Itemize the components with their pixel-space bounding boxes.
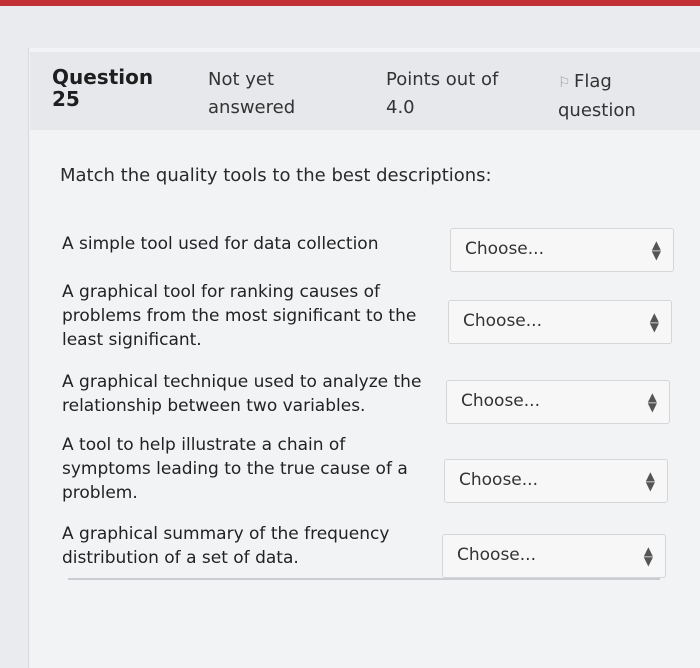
select-arrows-icon: ▲ ▼ <box>647 390 657 414</box>
select-value: Choose... <box>463 311 542 331</box>
status-line-2: answered <box>208 97 296 118</box>
flag-line-1: Flag <box>574 71 612 92</box>
match-row: A graphical technique used to analyze th… <box>60 370 670 424</box>
select-arrows-icon: ▲ ▼ <box>649 310 659 334</box>
select-arrows-icon: ▲ ▼ <box>651 238 661 262</box>
question-info-panel: Question 25 Not yet answered Points out … <box>30 52 700 130</box>
question-number: Question 25 <box>52 66 153 110</box>
question-points: Points out of 4.0 <box>386 66 526 122</box>
match-description: A graphical tool for ranking causes of p… <box>62 282 417 350</box>
flag-icon: ⚐ <box>558 75 571 91</box>
points-line-2: 4.0 <box>386 97 415 118</box>
match-description: A simple tool used for data collection <box>62 234 379 254</box>
question-number-value: 25 <box>52 87 80 111</box>
bottom-divider <box>68 578 660 580</box>
match-row: A tool to help illustrate a chain of sym… <box>60 433 670 509</box>
match-row: A graphical tool for ranking causes of p… <box>60 280 672 356</box>
match-select[interactable]: Choose... ▲ ▼ <box>442 534 666 578</box>
match-select[interactable]: Choose... ▲ ▼ <box>444 459 668 503</box>
match-row: A graphical summary of the frequency dis… <box>60 522 670 578</box>
question-status: Not yet answered <box>208 66 328 122</box>
select-value: Choose... <box>459 470 538 490</box>
select-arrows-icon: ▲ ▼ <box>645 469 655 493</box>
status-line-1: Not yet <box>208 69 275 90</box>
match-row: A simple tool used for data collection C… <box>60 228 674 282</box>
points-line-1: Points out of <box>386 69 499 90</box>
select-value: Choose... <box>461 391 540 411</box>
select-value: Choose... <box>457 545 536 565</box>
select-value: Choose... <box>465 239 544 259</box>
flag-question-link[interactable]: ⚐ Flag question <box>558 68 668 125</box>
match-description: A graphical technique used to analyze th… <box>62 372 422 416</box>
flag-line-2: question <box>558 100 636 121</box>
question-prompt: Match the quality tools to the best desc… <box>60 165 492 186</box>
top-accent-bar <box>0 0 700 6</box>
match-select[interactable]: Choose... ▲ ▼ <box>448 300 672 344</box>
question-label: Question <box>52 65 154 89</box>
match-description: A graphical summary of the frequency dis… <box>62 524 390 568</box>
match-select[interactable]: Choose... ▲ ▼ <box>446 380 670 424</box>
match-select[interactable]: Choose... ▲ ▼ <box>450 228 674 272</box>
select-arrows-icon: ▲ ▼ <box>643 544 653 568</box>
match-description: A tool to help illustrate a chain of sym… <box>62 435 408 503</box>
